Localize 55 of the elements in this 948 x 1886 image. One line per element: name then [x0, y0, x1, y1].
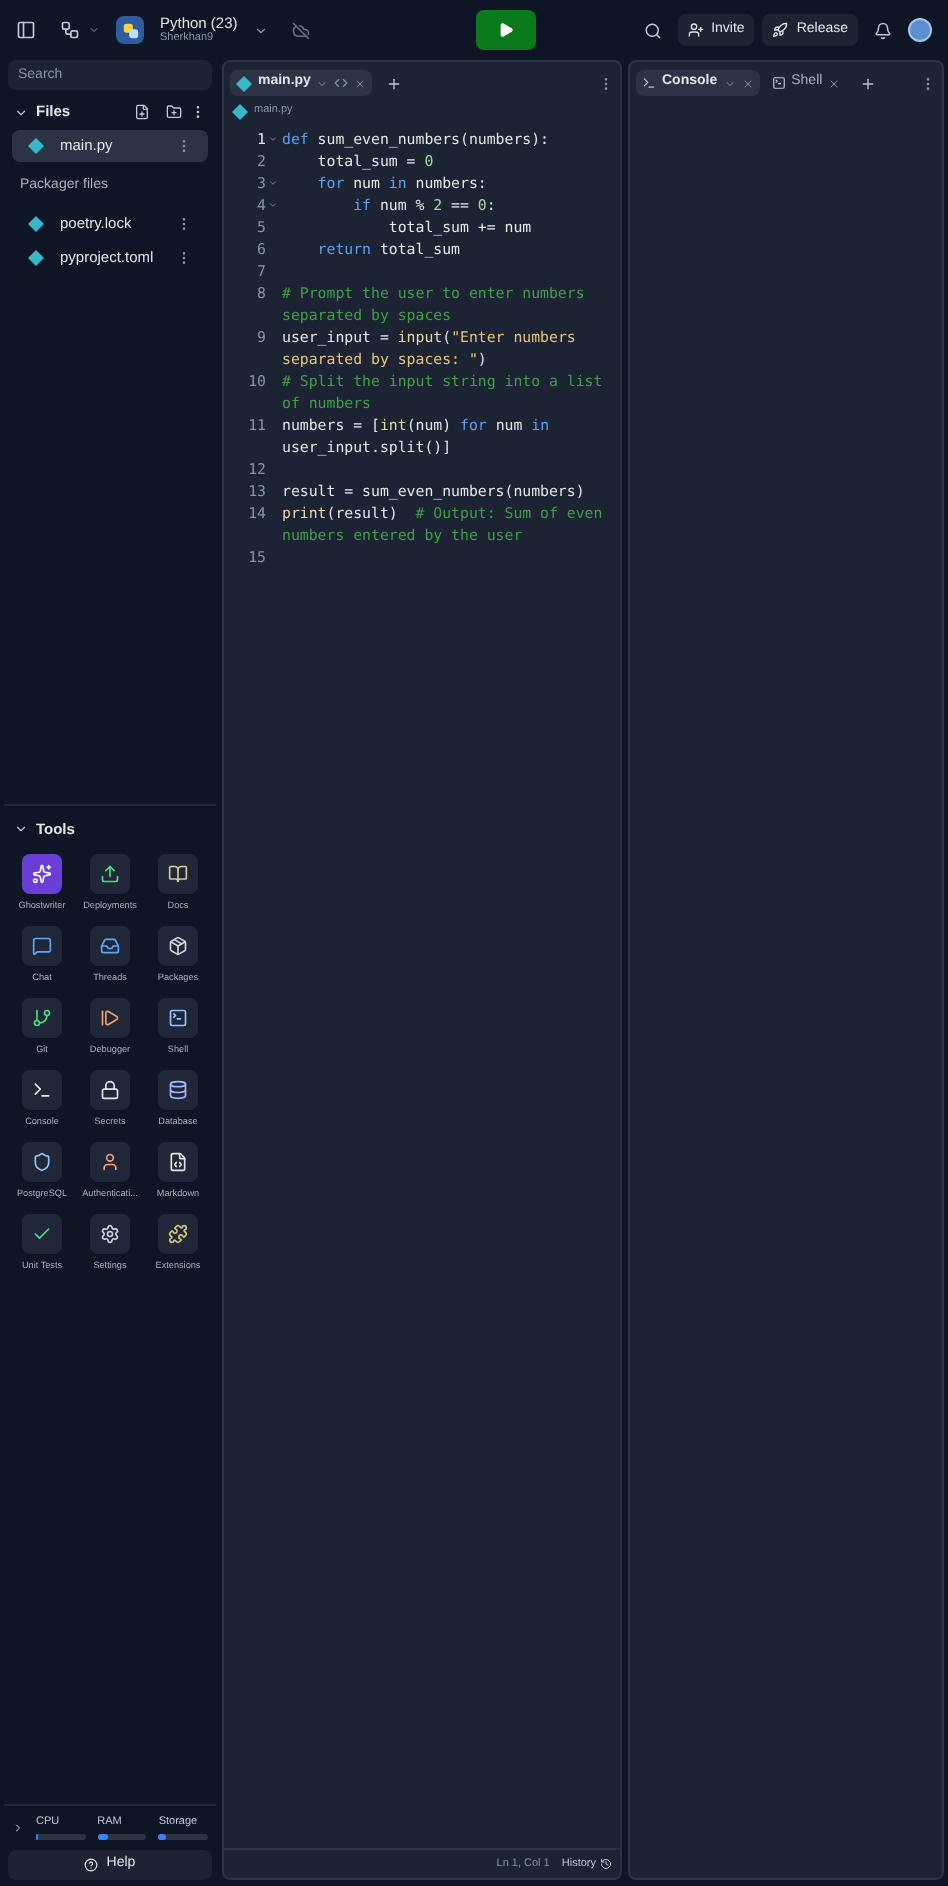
- tool-tile[interactable]: [90, 1141, 130, 1182]
- sidebar-toggle-icon[interactable]: [16, 20, 36, 40]
- tool-tile[interactable]: [22, 997, 62, 1038]
- tool-tile[interactable]: [158, 997, 198, 1038]
- avatar[interactable]: [908, 18, 932, 42]
- tool-tile[interactable]: [22, 1141, 62, 1182]
- close-icon[interactable]: [741, 77, 754, 89]
- tool-tile[interactable]: [90, 997, 130, 1038]
- python-file-icon: [28, 138, 44, 154]
- user-plus-icon: [687, 22, 704, 38]
- add-tab-icon[interactable]: [860, 75, 877, 91]
- tool-tile[interactable]: [90, 854, 130, 895]
- python-file-icon: [28, 249, 44, 265]
- usage-meter: [97, 1834, 147, 1840]
- fold-icon[interactable]: [268, 200, 278, 210]
- fold-icon[interactable]: [268, 178, 278, 188]
- usage-meter: [36, 1834, 86, 1840]
- tool-tile[interactable]: [158, 854, 198, 895]
- shell-icon: [771, 76, 786, 90]
- caret-icon[interactable]: [88, 24, 100, 36]
- notifications-icon[interactable]: [874, 21, 892, 39]
- tool-tile[interactable]: [90, 925, 130, 966]
- history-icon: [600, 1858, 612, 1870]
- tool-tile[interactable]: [22, 854, 62, 895]
- expand-icon[interactable]: [12, 1822, 24, 1834]
- cloud-icon[interactable]: [291, 21, 310, 39]
- tool-tile[interactable]: [158, 925, 198, 966]
- tool-tile[interactable]: [158, 1069, 198, 1110]
- tool-tile[interactable]: [90, 1069, 130, 1110]
- tool-tile[interactable]: [22, 925, 62, 966]
- search-icon[interactable]: [643, 21, 662, 39]
- tool-tile[interactable]: [158, 1141, 198, 1182]
- caret-icon[interactable]: [253, 23, 268, 37]
- play-icon: [498, 22, 515, 38]
- new-file-icon[interactable]: [134, 104, 150, 120]
- fold-icon[interactable]: [268, 134, 278, 144]
- usage-meter: [158, 1834, 209, 1840]
- rocket-icon: [772, 22, 789, 38]
- python-file-icon: [28, 215, 44, 231]
- tool-tile[interactable]: [90, 1213, 130, 1254]
- workflow-icon[interactable]: [60, 20, 80, 40]
- help-icon: [84, 1858, 99, 1872]
- add-tab-icon[interactable]: [386, 75, 403, 91]
- run-button[interactable]: [476, 10, 537, 50]
- close-icon[interactable]: [828, 77, 841, 89]
- collapse-icon[interactable]: [14, 821, 28, 836]
- project-logo: [116, 16, 144, 44]
- collapse-icon[interactable]: [14, 105, 28, 119]
- tool-tile[interactable]: [22, 1213, 62, 1254]
- close-icon[interactable]: [354, 77, 367, 89]
- code-icon[interactable]: [334, 76, 349, 90]
- tool-tile[interactable]: [158, 1213, 198, 1254]
- tool-tile[interactable]: [22, 1069, 62, 1110]
- new-folder-icon[interactable]: [166, 104, 182, 120]
- terminal-icon: [642, 76, 656, 90]
